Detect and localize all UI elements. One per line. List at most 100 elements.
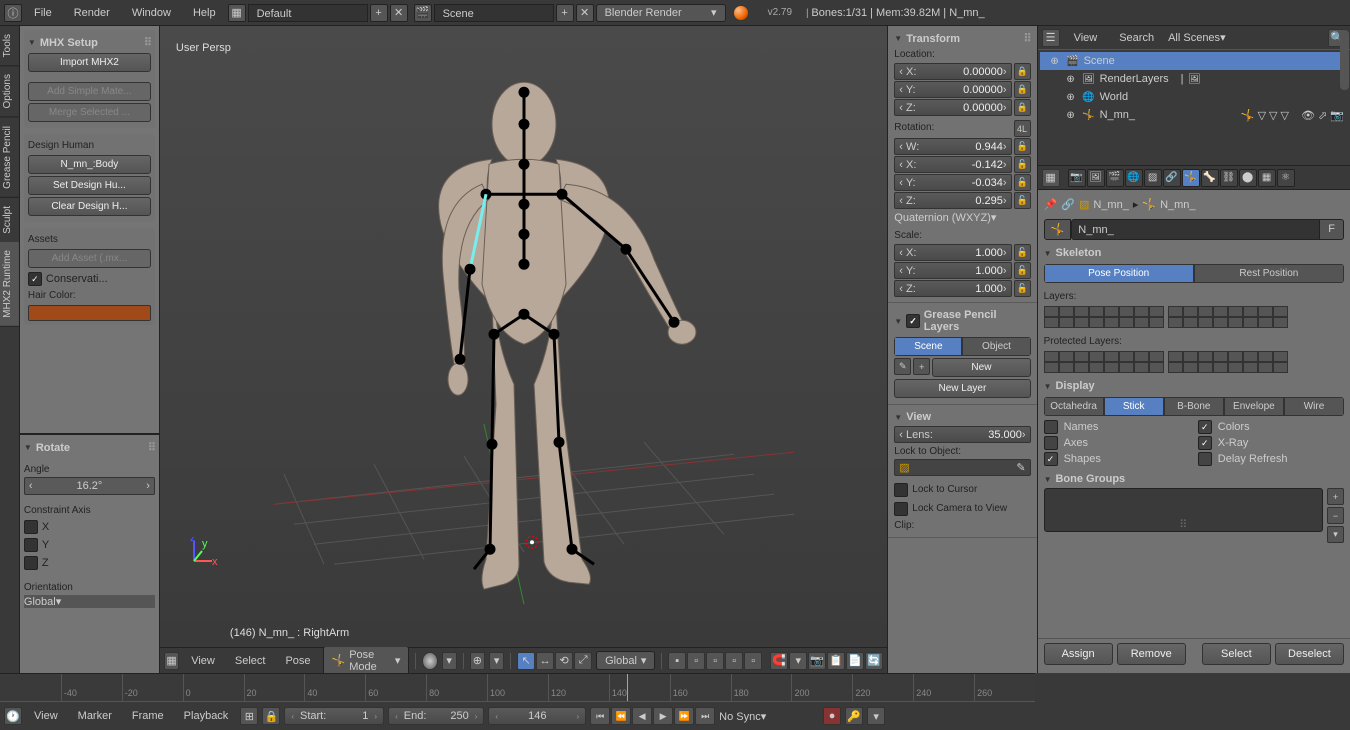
rot-x-field[interactable]: ‹ X:-0.142 › <box>894 156 1011 173</box>
scale-z-field[interactable]: ‹ Z:1.000 › <box>894 280 1011 297</box>
renderlayer-icon[interactable]: 🖼 <box>1188 72 1202 86</box>
outliner-filter-select[interactable]: All Scenes▾ <box>1168 31 1322 44</box>
keyframe-next-icon[interactable]: ⏩ <box>674 707 694 725</box>
vtab-tools[interactable]: Tools <box>0 26 19 66</box>
camera-icon[interactable]: 📷 <box>1330 109 1344 122</box>
assign-button[interactable]: Assign <box>1044 643 1113 665</box>
tab-bone-constraint-icon[interactable]: ⛓ <box>1220 169 1238 187</box>
rot-y-field[interactable]: ‹ Y:-0.034 › <box>894 174 1011 191</box>
pivot-icon[interactable]: ⊕ <box>470 652 485 670</box>
playhead[interactable] <box>627 674 628 701</box>
pivot-menu-icon[interactable]: ▾ <box>489 652 504 670</box>
gpencil-panel-header[interactable]: ✓Grease Pencil Layers <box>894 307 1030 335</box>
keying-menu-icon[interactable]: ▾ <box>867 707 885 725</box>
display-header[interactable]: Display <box>1044 377 1344 395</box>
scale-manip-icon[interactable]: ⤢ <box>574 652 592 670</box>
timeline-menu-marker[interactable]: Marker <box>70 707 120 725</box>
vtab-options[interactable]: Options <box>0 66 19 117</box>
lock-icon[interactable]: 🔓 <box>1014 244 1031 261</box>
lock-icon[interactable]: 🔓 <box>1014 262 1031 279</box>
jump-start-icon[interactable]: ⏮ <box>590 707 610 725</box>
select-button[interactable]: Select <box>1202 643 1271 665</box>
tab-material-icon[interactable]: ⬤ <box>1239 169 1257 187</box>
display-mode-stick[interactable]: Stick <box>1104 397 1164 416</box>
display-mode-b-bone[interactable]: B-Bone <box>1164 397 1224 416</box>
merge-selected-button[interactable]: Merge Selected ... <box>28 103 151 122</box>
layout-browse-icon[interactable]: ▦ <box>228 4 246 22</box>
tree-row[interactable]: ⊕ 🖼 RenderLayers |🖼 <box>1040 70 1348 88</box>
start-frame-field[interactable]: ‹Start:1› <box>284 707 384 725</box>
gp-scene-toggle[interactable]: Scene <box>894 337 962 356</box>
lock-icon[interactable]: 🔓 <box>1014 174 1031 191</box>
deselect-button[interactable]: Deselect <box>1275 643 1344 665</box>
body-name-button[interactable]: N_mn_:Body <box>28 155 151 174</box>
lens-field[interactable]: ‹ Lens:35.000 › <box>894 426 1030 443</box>
lock-icon[interactable]: 🔒 <box>1014 81 1031 98</box>
view3d-menu-pose[interactable]: Pose <box>277 652 318 670</box>
loc-x-field[interactable]: ‹ X:0.00000 › <box>894 63 1011 80</box>
keying-set-icon[interactable]: 🔑 <box>845 707 863 725</box>
copy-pose-icon[interactable]: 📋 <box>827 652 845 670</box>
scene-browse-icon[interactable]: 🎬 <box>414 4 432 22</box>
x-ray-check[interactable] <box>1198 436 1212 450</box>
shading-icon[interactable] <box>422 652 437 670</box>
gp-add-icon[interactable]: + <box>913 358 930 375</box>
end-frame-field[interactable]: ‹End:250› <box>388 707 484 725</box>
skeleton-header[interactable]: Skeleton <box>1044 244 1344 262</box>
armature-mini-icon[interactable]: 🤸 <box>1241 109 1255 122</box>
clear-design-button[interactable]: Clear Design H... <box>28 197 151 216</box>
layer-buttons[interactable]: ▪▫▫▫▫ <box>668 652 762 670</box>
tab-layers-icon[interactable]: 🖼 <box>1087 169 1105 187</box>
pose-library-header[interactable]: Pose Library <box>1044 671 1344 673</box>
gp-new-layer-button[interactable]: New Layer <box>894 379 1030 398</box>
snap-icon[interactable]: 🧲 <box>770 652 788 670</box>
outliner-editor-icon[interactable]: ☰ <box>1042 29 1060 47</box>
expand-icon[interactable]: ⊕ <box>1064 72 1078 86</box>
expand-icon[interactable]: ⊕ <box>1064 90 1078 104</box>
snap-type-icon[interactable]: ▾ <box>789 652 807 670</box>
paste-flip-icon[interactable]: 🔄 <box>865 652 883 670</box>
timeline-menu-frame[interactable]: Frame <box>124 707 172 725</box>
translate-manip-icon[interactable]: ↔ <box>536 652 554 670</box>
tree-row[interactable]: ⊕ 🤸 N_mn_ 🤸▽▽▽ 👁⬀📷 <box>1040 106 1348 124</box>
rotate-header[interactable]: Rotate⠿ <box>24 439 155 456</box>
add-asset-button[interactable]: Add Asset (.mx... <box>28 249 151 268</box>
outliner-view-menu[interactable]: View <box>1066 29 1106 47</box>
shapes-check[interactable] <box>1044 452 1058 466</box>
lock-icon[interactable]: 🔒 <box>1014 99 1031 116</box>
expand-icon[interactable]: ⊕ <box>1064 108 1078 122</box>
view-panel-header[interactable]: View <box>894 409 1030 425</box>
armature-name-input[interactable] <box>1071 219 1320 240</box>
eye-icon[interactable]: 👁 <box>1301 109 1315 122</box>
armature-icon[interactable]: 🤸 <box>1044 219 1072 240</box>
outliner-tree[interactable]: ⊕ 🎬 Scene ⊕ 🖼 RenderLayers |🖼 ⊕ 🌐 World … <box>1038 50 1350 165</box>
keyframe-prev-icon[interactable]: ⏪ <box>611 707 631 725</box>
menu-file[interactable]: File <box>24 3 62 23</box>
lock-range-icon[interactable]: 🔒 <box>262 707 280 725</box>
timeline-editor-icon[interactable]: 🕐 <box>4 707 22 725</box>
lock-icon[interactable]: 🔓 <box>1014 156 1031 173</box>
timeline-menu-playback[interactable]: Playback <box>176 707 237 725</box>
lock-icon[interactable]: 🔒 <box>1014 63 1031 80</box>
protected-layers[interactable] <box>1044 351 1344 373</box>
display-mode-octahedra[interactable]: Octahedra <box>1044 397 1104 416</box>
pencil-icon[interactable]: ✎ <box>894 358 911 375</box>
vtab-grease[interactable]: Grease Pencil <box>0 118 19 198</box>
display-mode-wire[interactable]: Wire <box>1284 397 1344 416</box>
timeline-ruler[interactable]: -40-200204060801001201401601802002202402… <box>0 674 1035 702</box>
render-engine-select[interactable]: Blender Render▾ <box>596 4 726 22</box>
bone-group-menu-icon[interactable]: ▾ <box>1327 526 1344 543</box>
bone-groups-header[interactable]: Bone Groups <box>1044 470 1344 488</box>
auto-keyframe-icon[interactable]: ● <box>823 707 841 725</box>
remove-bone-group-icon[interactable]: − <box>1327 507 1344 524</box>
tree-row[interactable]: ⊕ 🎬 Scene <box>1040 52 1348 70</box>
tab-scene-icon[interactable]: 🎬 <box>1106 169 1124 187</box>
play-reverse-icon[interactable]: ◀ <box>632 707 652 725</box>
range-icon[interactable]: ⊞ <box>240 707 258 725</box>
transform-orient-select[interactable]: Global ▾ <box>596 651 655 670</box>
layout-add-icon[interactable]: + <box>370 4 388 22</box>
set-design-button[interactable]: Set Design Hu... <box>28 176 151 195</box>
tab-object-icon[interactable]: ▨ <box>1144 169 1162 187</box>
cursor-icon[interactable]: ⬀ <box>1318 109 1327 122</box>
tab-world-icon[interactable]: 🌐 <box>1125 169 1143 187</box>
